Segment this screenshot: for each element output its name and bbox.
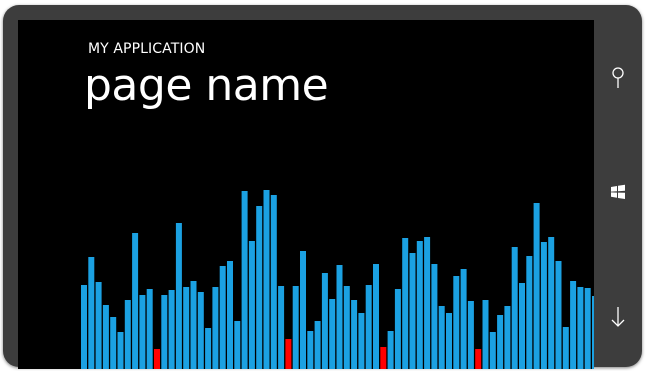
phone-frame: MY APPLICATION page name: [3, 5, 642, 369]
hardware-button-panel: [594, 20, 642, 369]
bar-highlighted: [475, 349, 482, 369]
bar: [358, 313, 365, 369]
bar: [95, 282, 102, 369]
bar: [146, 289, 153, 369]
bar: [548, 237, 555, 369]
bar: [555, 261, 562, 369]
bar: [197, 292, 204, 369]
bar: [387, 331, 394, 369]
bar: [489, 332, 496, 369]
bar: [110, 317, 117, 369]
back-button[interactable]: [594, 297, 642, 337]
bar: [227, 261, 233, 369]
bar: [263, 190, 270, 369]
back-arrow-icon: [611, 307, 625, 327]
bar: [256, 206, 263, 369]
bar: [402, 238, 409, 369]
bar: [300, 251, 306, 369]
bar-highlighted: [154, 349, 160, 369]
bar: [124, 300, 131, 369]
bar: [234, 321, 241, 369]
bar: [81, 285, 87, 369]
bar: [526, 256, 533, 369]
bar: [278, 286, 285, 369]
bar: [446, 313, 452, 369]
bar: [562, 327, 569, 369]
bar: [175, 223, 182, 369]
bar: [161, 295, 168, 369]
bar: [183, 287, 190, 369]
bar: [205, 328, 212, 369]
bar: [453, 276, 460, 369]
bar: [241, 191, 248, 369]
bar: [409, 253, 416, 369]
bar: [270, 195, 277, 369]
bar: [394, 289, 401, 369]
bar: [292, 286, 299, 369]
bar: [570, 281, 577, 369]
phone-screen: MY APPLICATION page name: [18, 20, 594, 369]
bar: [219, 266, 226, 369]
bar: [416, 241, 423, 369]
bar: [168, 290, 175, 369]
bar: [88, 257, 95, 369]
bar: [533, 203, 540, 369]
bar-highlighted: [285, 339, 292, 369]
bar: [467, 301, 474, 369]
bar: [460, 269, 467, 369]
search-icon: [612, 67, 624, 88]
bar: [519, 283, 525, 369]
bar: [584, 288, 591, 369]
bar-chart: [81, 190, 594, 369]
bar: [307, 331, 314, 369]
bar: [373, 264, 379, 369]
bar: [577, 287, 584, 369]
bar: [351, 300, 358, 369]
bar: [190, 281, 197, 369]
bar: [321, 273, 328, 369]
search-button[interactable]: [594, 58, 642, 98]
bar: [117, 332, 124, 369]
bar: [540, 242, 547, 369]
bar: [336, 265, 343, 369]
bar: [424, 237, 431, 369]
bar: [438, 306, 445, 369]
bar: [139, 295, 146, 369]
bar: [343, 286, 350, 369]
windows-logo-icon: [611, 184, 625, 199]
bar: [329, 299, 336, 369]
bar-highlighted: [380, 347, 387, 369]
bar: [212, 287, 219, 369]
bar: [365, 285, 372, 369]
bar: [102, 305, 109, 369]
bar: [497, 315, 504, 369]
windows-start-button[interactable]: [594, 172, 642, 212]
bar: [132, 233, 139, 369]
bar: [511, 247, 518, 369]
bar: [482, 300, 489, 369]
bar: [314, 321, 321, 369]
bar: [431, 264, 438, 369]
bar: [248, 241, 255, 369]
bar: [504, 306, 511, 369]
